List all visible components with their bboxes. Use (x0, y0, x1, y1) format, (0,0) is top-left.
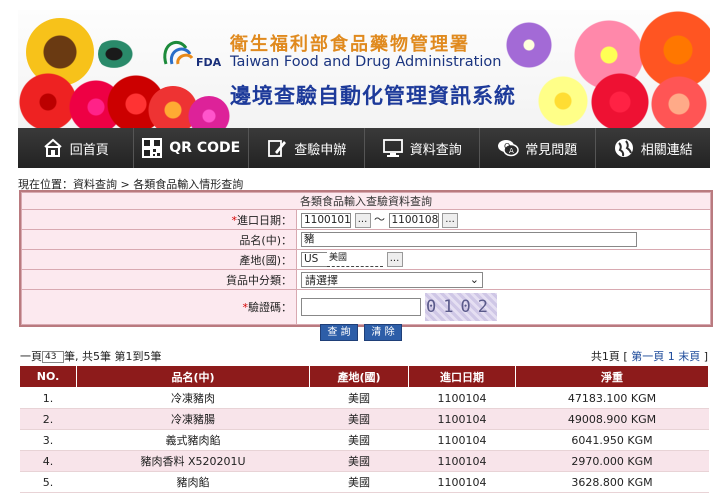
nav-home[interactable]: 回首頁 (18, 128, 134, 168)
result-summary: 筆, 共5筆 第1到5筆 (64, 350, 162, 363)
nav-inspection-apply-label: 查驗申辦 (294, 142, 347, 158)
pagination: 共1頁 [ 第一頁 1 末頁 ] (590, 350, 708, 363)
first-page-link[interactable]: 第一頁 (631, 350, 664, 363)
category-label: 貨品中分類： (21, 269, 297, 290)
page-size-input[interactable]: 43 (42, 351, 64, 363)
current-page-link[interactable]: 1 (668, 350, 675, 363)
chevron-down-icon: ⌄ (469, 273, 479, 286)
nav-home-label: 回首頁 (69, 142, 109, 158)
header-banner: FDA 衛生福利部食品藥物管理署 Taiwan Food and Drug Ad… (18, 10, 710, 128)
flower-image (648, 76, 710, 128)
home-icon (44, 138, 62, 157)
table-row: 1. 冷凍豬肉 美國 1100104 47183.100 KGM (19, 387, 709, 409)
results-table: NO. 品名(中) 產地(國) 進口日期 淨重 1. 冷凍豬肉 美國 1100104 4… (19, 365, 709, 493)
agency-name-zh: 衛生福利部食品藥物管理署 (230, 34, 470, 55)
agency-name-en: Taiwan Food and Drug Administration (230, 54, 502, 70)
origin-code-input[interactable]: US (301, 252, 327, 267)
clear-button[interactable]: 清 除 (364, 324, 402, 341)
import-date-to-input[interactable]: 1100108 (388, 212, 439, 228)
flower-image (590, 72, 650, 128)
nav-faq-label: 常見問題 (525, 142, 578, 158)
chat-question-icon: QA (498, 140, 519, 157)
col-import-date: 進口日期 (408, 365, 516, 388)
col-origin: 產地(國) (309, 365, 409, 388)
origin-picker-button[interactable]: ... (386, 252, 403, 267)
nav-qr-code[interactable]: QR CODE (133, 128, 249, 168)
last-page-link[interactable]: 末頁 (678, 350, 700, 363)
nav-data-query-label: 資料查詢 (409, 142, 462, 158)
category-select[interactable]: 請選擇 ⌄ (301, 271, 483, 288)
product-name-label: 品名(中)： (21, 229, 297, 250)
origin-label: 產地(國)： (21, 249, 297, 270)
table-header-row: NO. 品名(中) 產地(國) 進口日期 淨重 (19, 365, 709, 388)
nav-data-query[interactable]: 資料查詢 (364, 128, 480, 168)
flower-image (188, 96, 230, 128)
search-form: 各類食品輸入查驗資料查詢 *進口日期： 1100101 ... ～ 110010… (19, 190, 713, 327)
table-row: 4. 豬肉香料 X520201U 美國 1100104 2970.000 KGM (19, 450, 709, 472)
nav-related-links[interactable]: 相關連結 (595, 128, 710, 168)
svg-text:A: A (509, 147, 514, 155)
butterfly-image (98, 36, 138, 72)
monitor-icon (382, 139, 403, 157)
search-button[interactable]: 查 詢 (320, 324, 358, 341)
table-row: 2. 冷凍豬腸 美國 1100104 49008.900 KGM (19, 408, 709, 430)
nav-faq[interactable]: QA 常見問題 (480, 128, 596, 168)
col-net-weight: 淨重 (515, 365, 709, 388)
purple-flower-image (504, 22, 554, 68)
table-row: 5. 豬肉餡 美國 1100104 3628.800 KGM (19, 471, 709, 493)
fda-logo-text: FDA (196, 56, 222, 69)
system-title: 邊境查驗自動化管理資訊系統 (230, 84, 516, 108)
nav-related-links-label: 相關連結 (640, 142, 693, 158)
flower-image (538, 76, 588, 126)
main-navigation: 回首頁 QR CODE 查驗申辦 資料查詢 QA 常見問題 相關連結 (18, 128, 710, 168)
captcha-image: 0102 (424, 293, 497, 321)
nav-inspection-apply[interactable]: 查驗申辦 (249, 128, 365, 168)
page-size-control: 一頁 43 筆, 共5筆 第1到5筆 (20, 350, 162, 363)
import-date-label: *進口日期： (21, 209, 297, 230)
date-separator: ～ (374, 213, 385, 227)
date-from-picker-button[interactable]: ... (354, 212, 371, 228)
globe-icon (614, 139, 633, 157)
captcha-label: *驗證碼： (21, 289, 297, 325)
import-date-from-input[interactable]: 1100101 (301, 212, 351, 228)
origin-name-display: 美國 (327, 252, 383, 267)
nav-qr-code-label: QR CODE (169, 140, 241, 156)
col-product: 品名(中) (76, 365, 310, 388)
table-row: 3. 義式豬肉餡 美國 1100104 6041.950 KGM (19, 429, 709, 451)
edit-form-icon (268, 140, 287, 157)
product-name-input[interactable]: 豬 (301, 232, 637, 247)
col-no: NO. (19, 365, 77, 388)
form-caption: 各類食品輸入查驗資料查詢 (21, 192, 711, 210)
date-to-picker-button[interactable]: ... (442, 212, 458, 228)
captcha-input[interactable] (301, 298, 421, 316)
qr-code-icon (142, 138, 163, 158)
